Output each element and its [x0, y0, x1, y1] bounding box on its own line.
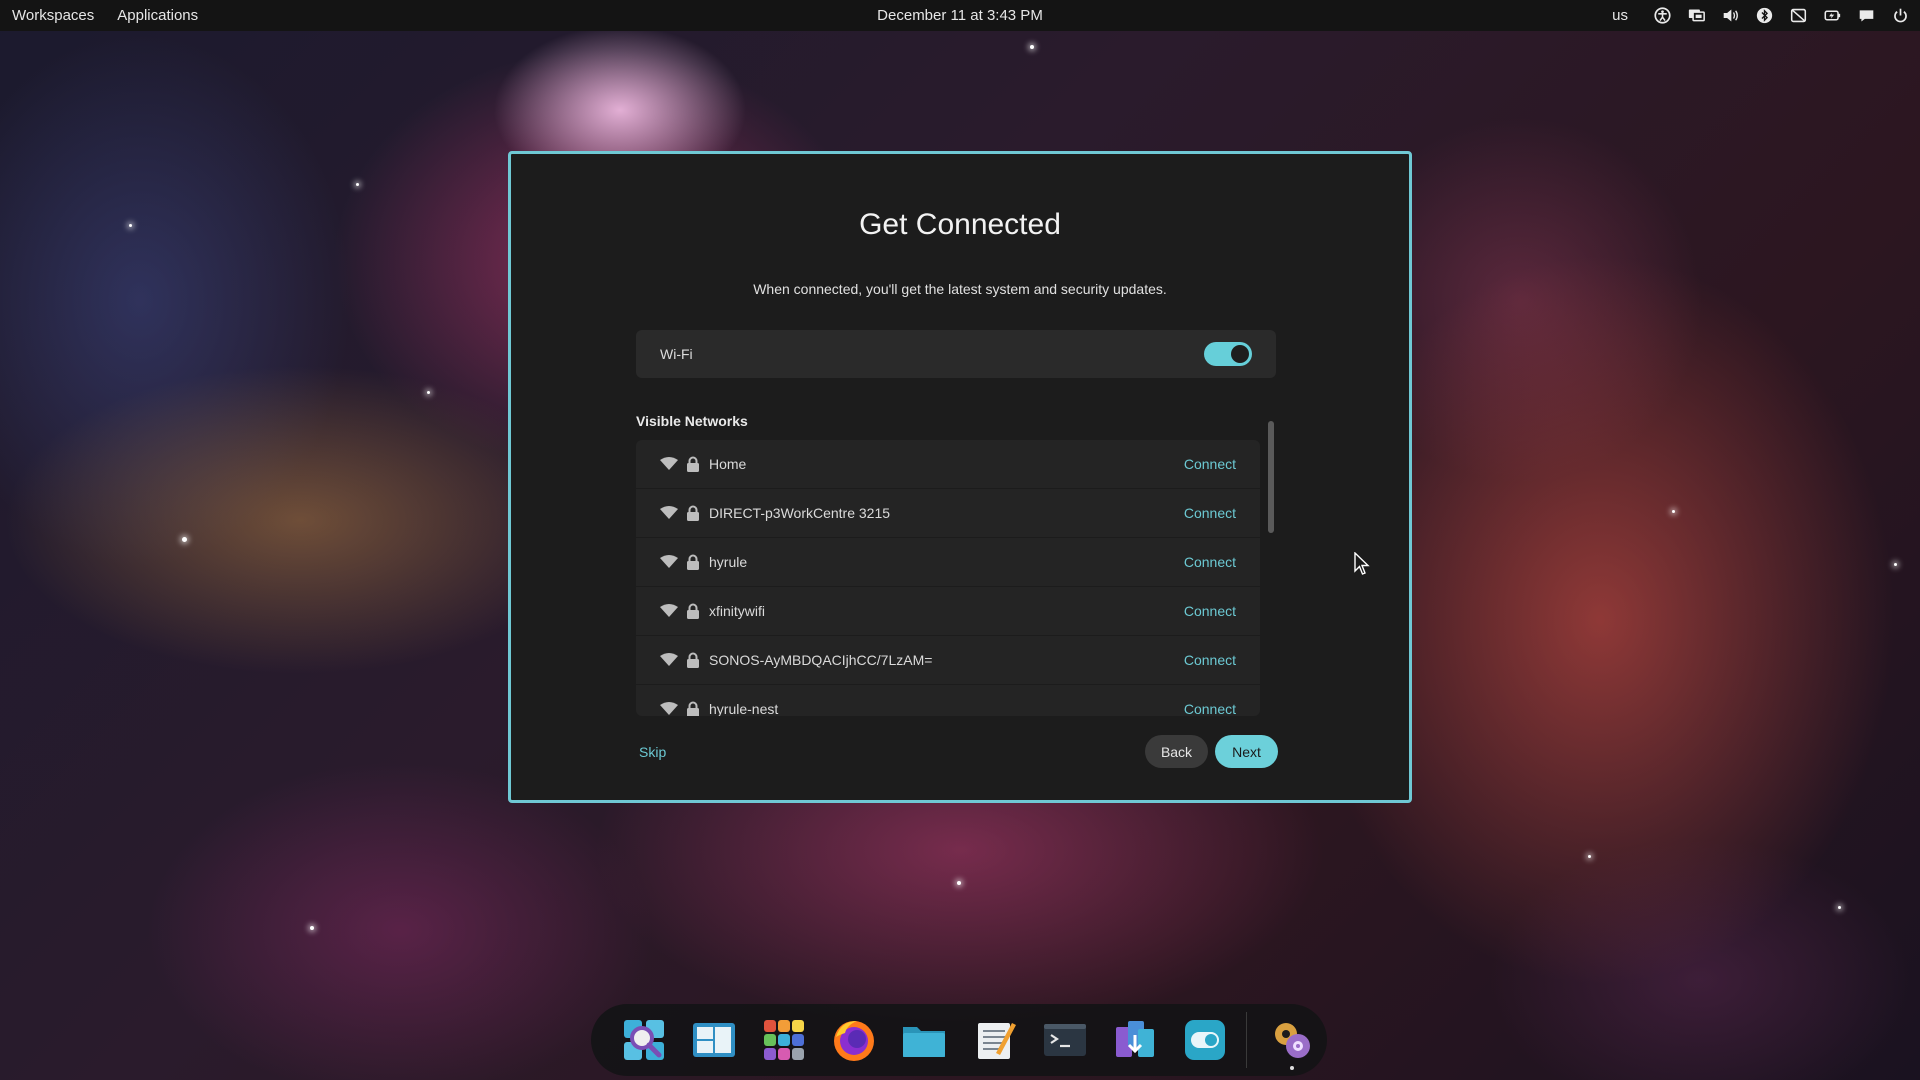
star [356, 183, 359, 186]
next-button[interactable]: Next [1215, 735, 1278, 768]
dock-text-editor[interactable] [960, 1004, 1030, 1076]
clock[interactable]: December 11 at 3:43 PM [877, 7, 1043, 24]
visible-networks-heading: Visible Networks [636, 413, 748, 429]
dock-separator [1245, 1012, 1247, 1068]
connect-button[interactable]: Connect [1184, 701, 1236, 716]
connect-button[interactable]: Connect [1184, 652, 1236, 668]
connect-button[interactable]: Connect [1184, 554, 1236, 570]
star [957, 881, 961, 885]
wifi-toggle[interactable] [1204, 342, 1252, 366]
wifi-signal-icon [660, 604, 678, 617]
files-icon [903, 1027, 946, 1057]
network-ssid: SONOS-AyMBDQACIjhCC/7LzAM= [709, 652, 933, 668]
network-row[interactable]: xfinitywifi Connect [636, 587, 1260, 636]
network-row[interactable]: Home Connect [636, 440, 1260, 489]
lock-icon [687, 554, 699, 570]
power-icon[interactable] [1890, 6, 1910, 26]
star [1588, 855, 1591, 858]
top-bar: Workspaces Applications December 11 at 3… [0, 0, 1920, 31]
wifi-signal-icon [660, 702, 678, 715]
bluetooth-icon[interactable] [1754, 6, 1774, 26]
back-button[interactable]: Back [1145, 735, 1208, 768]
terminal-icon [1043, 1024, 1086, 1056]
workspaces-button[interactable]: Workspaces [12, 7, 94, 24]
initial-setup-icon [1275, 1023, 1310, 1058]
connect-button[interactable]: Connect [1184, 505, 1236, 521]
settings-toggle-icon [1184, 1020, 1225, 1060]
running-indicator [1290, 1066, 1294, 1070]
workspaces-icon [693, 1023, 736, 1057]
mouse-pointer-icon [1354, 552, 1370, 575]
connect-button[interactable]: Connect [1184, 603, 1236, 619]
star [1030, 45, 1034, 49]
skip-button[interactable]: Skip [639, 744, 666, 760]
keyboard-layout-indicator[interactable]: us [1612, 7, 1628, 24]
star [182, 537, 187, 542]
wifi-signal-icon [660, 457, 678, 470]
network-list: Home Connect DIRECT-p3WorkCentre 3215 Co… [636, 440, 1260, 716]
network-list-scrollbar[interactable] [1268, 421, 1274, 533]
wifi-signal-icon [660, 506, 678, 519]
connect-button[interactable]: Connect [1184, 456, 1236, 472]
wifi-label: Wi-Fi [660, 346, 693, 362]
app-grid-icon [764, 1020, 805, 1060]
lock-icon [687, 652, 699, 668]
network-ssid: xfinitywifi [709, 603, 766, 619]
dock [591, 1004, 1327, 1076]
display-icon[interactable] [1686, 6, 1706, 26]
applications-button[interactable]: Applications [117, 7, 198, 24]
dock-app-grid[interactable] [749, 1004, 819, 1076]
lock-icon [687, 456, 699, 472]
lock-icon [687, 701, 699, 716]
lock-icon [687, 505, 699, 521]
dock-initial-setup[interactable] [1257, 1004, 1327, 1076]
network-ssid: hyrule [709, 554, 748, 570]
dock-installer[interactable] [1100, 1004, 1170, 1076]
network-ssid: hyrule-nest [709, 701, 779, 716]
star [1838, 906, 1841, 909]
accessibility-icon[interactable] [1652, 6, 1672, 26]
network-row[interactable]: hyrule-nest Connect [636, 685, 1260, 716]
toggle-knob [1231, 345, 1249, 363]
installer-icon [1115, 1021, 1154, 1057]
dock-search-launcher[interactable] [609, 1004, 679, 1076]
dock-terminal[interactable] [1030, 1004, 1100, 1076]
star [310, 926, 314, 930]
network-ssid: Home [709, 456, 747, 472]
star [427, 391, 430, 394]
star [1894, 563, 1897, 566]
wifi-row: Wi-Fi [636, 330, 1276, 378]
network-row[interactable]: hyrule Connect [636, 538, 1260, 587]
search-launcher-icon [624, 1020, 665, 1060]
dialog-title: Get Connected [859, 208, 1061, 241]
dock-workspaces[interactable] [679, 1004, 749, 1076]
get-connected-dialog: Get Connected When connected, you'll get… [508, 151, 1412, 803]
network-row[interactable]: SONOS-AyMBDQACIjhCC/7LzAM= Connect [636, 636, 1260, 685]
wifi-signal-icon [660, 653, 678, 666]
dock-settings-toggle[interactable] [1170, 1004, 1240, 1076]
lock-icon [687, 603, 699, 619]
network-row[interactable]: DIRECT-p3WorkCentre 3215 Connect [636, 489, 1260, 538]
wifi-signal-icon [660, 555, 678, 568]
dialog-subtitle: When connected, you'll get the latest sy… [753, 281, 1167, 297]
battery-icon[interactable] [1822, 6, 1842, 26]
notifications-icon[interactable] [1856, 6, 1876, 26]
network-ssid: DIRECT-p3WorkCentre 3215 [709, 505, 891, 521]
star [129, 224, 132, 227]
network-off-icon[interactable] [1788, 6, 1808, 26]
dock-files[interactable] [889, 1004, 959, 1076]
text-editor-icon [977, 1023, 1016, 1059]
firefox-icon [834, 1021, 875, 1061]
star [1672, 510, 1675, 513]
dock-firefox[interactable] [819, 1004, 889, 1076]
volume-icon[interactable] [1720, 6, 1740, 26]
